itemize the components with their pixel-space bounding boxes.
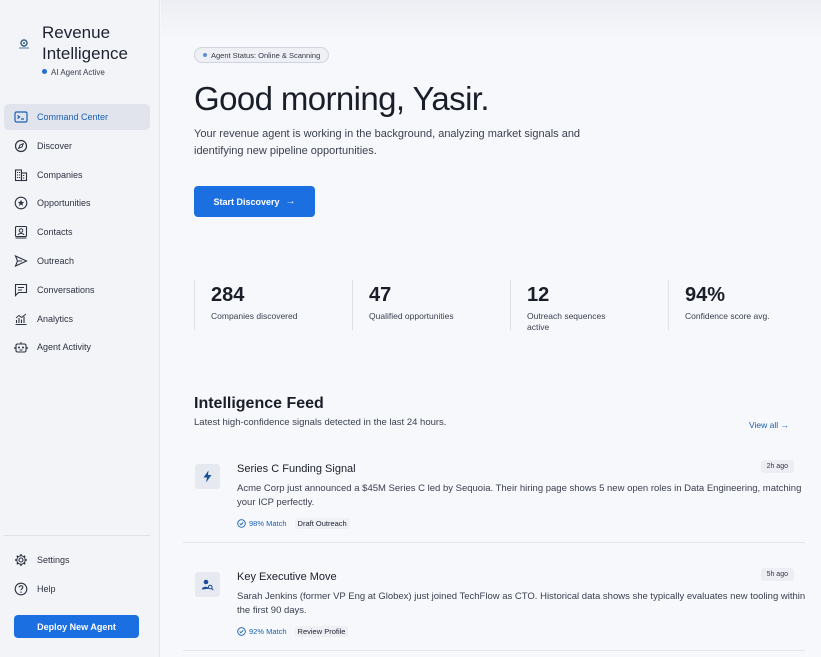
check-circle-icon [237,519,246,528]
sidebar-item-label: Opportunities [37,198,91,209]
stat-opportunities: 47 Qualified opportunities [352,280,469,330]
feed-card-funding[interactable]: Series C Funding Signal 2h ago Acme Corp… [183,455,805,543]
stat-label: Outreach sequences active [527,311,606,332]
sidebar-item-label: Outreach [37,255,75,266]
top-gradient [161,0,821,40]
chat-icon [14,283,28,297]
card-meta: 98% Match Draft Outreach [237,518,350,529]
start-discovery-label: Start Discovery [213,196,280,207]
intro-text: Your revenue agent is working in the bac… [194,128,581,157]
feed-subtitle: Latest high-confidence signals detected … [194,417,447,428]
sidebar-item-help[interactable]: Help [4,576,150,602]
match-badge: 98% Match [237,519,287,528]
card-title: Series C Funding Signal [237,463,356,475]
deploy-new-agent-button[interactable]: Deploy New Agent [14,615,139,638]
person-search-icon [195,572,220,597]
agent-active-status: AI Agent Active [42,68,105,77]
agent-active-label: AI Agent Active [51,68,105,77]
stat-label: Qualified opportunities [369,311,454,321]
sidebar-bottom-nav: Settings Help [4,547,150,605]
stat-value: 47 [369,284,392,306]
agent-status-text: Agent Status: Online & Scanning [211,50,321,60]
view-all-link[interactable]: View all → [749,420,789,430]
sidebar-item-label: Companies [37,169,83,180]
sidebar-item-label: Conversations [37,284,95,295]
stat-confidence: 94% Confidence score avg. [668,280,795,330]
sidebar-item-command-center[interactable]: Command Center [4,104,150,130]
brand-title: Revenue Intelligence [42,23,129,63]
sidebar-item-conversations[interactable]: Conversations [4,277,150,303]
status-dot-icon [42,69,47,74]
stat-value: 284 [211,284,245,306]
stat-companies: 284 Companies discovered [194,280,311,330]
card-body: Sarah Jenkins (former VP Eng at Globex) … [237,591,806,616]
sidebar-item-label: Discover [37,140,73,151]
sidebar-item-contacts[interactable]: Contacts [4,219,150,245]
arrow-right-icon: → [285,196,296,207]
sidebar-item-label: Help [37,583,56,594]
card-meta: 92% Match Review Profile [237,626,349,637]
sidebar-item-label: Agent Activity [37,342,92,353]
sidebar-item-label: Analytics [37,313,74,324]
card-timestamp: 2h ago [760,460,794,473]
status-dot-icon [203,53,207,57]
terminal-icon [14,110,28,124]
review-profile-button[interactable]: Review Profile [294,626,349,637]
compass-icon [14,139,28,153]
sidebar-item-companies[interactable]: Companies [4,162,150,188]
building-icon [14,168,28,182]
feed-title: Intelligence Feed [194,395,324,412]
sidebar-item-label: Contacts [37,227,73,238]
star-icon [14,196,28,210]
sidebar-item-agent-activity[interactable]: Agent Activity [4,334,150,360]
main-content: Agent Status: Online & Scanning Good mor… [161,0,821,657]
help-icon [14,582,28,596]
page-title: Good morning, Yasir. [194,80,490,117]
gear-icon [14,553,28,567]
draft-outreach-button[interactable]: Draft Outreach [294,518,350,529]
stat-label: Companies discovered [211,311,298,321]
send-icon [14,254,28,268]
card-title: Key Executive Move [237,571,337,583]
sidebar-item-label: Command Center [37,112,109,122]
brand-logo-icon [16,36,32,52]
agent-status-pill: Agent Status: Online & Scanning [194,47,330,63]
stat-outreach: 12 Outreach sequences active [510,280,622,332]
check-circle-icon [237,627,246,636]
sidebar: Revenue Intelligence AI Agent Active Com… [0,0,160,657]
sidebar-divider [4,535,150,536]
card-timestamp: 5h ago [760,568,794,581]
robot-icon [14,340,28,354]
sidebar-item-analytics[interactable]: Analytics [4,306,150,332]
stat-value: 94% [685,284,726,306]
match-label: 98% Match [249,519,287,528]
card-body: Acme Corp just announced a $45M Series C… [237,483,802,508]
sidebar-nav: Command Center Discover Companies Opport… [4,104,150,363]
start-discovery-button[interactable]: Start Discovery → [194,186,315,217]
sidebar-item-outreach[interactable]: Outreach [4,248,150,274]
contact-card-icon [14,225,28,239]
lightning-icon [195,464,220,489]
stat-label: Confidence score avg. [685,311,770,321]
stats-row: 284 Companies discovered 47 Qualified op… [194,280,821,332]
sidebar-item-discover[interactable]: Discover [4,133,150,159]
chart-icon [14,312,28,326]
match-badge: 92% Match [237,627,287,636]
stat-value: 12 [527,284,550,306]
feed-card-executive[interactable]: Key Executive Move 5h ago Sarah Jenkins … [183,563,805,651]
sidebar-item-opportunities[interactable]: Opportunities [4,190,150,216]
sidebar-item-label: Settings [37,555,70,565]
match-label: 92% Match [249,627,287,636]
sidebar-item-settings[interactable]: Settings [4,547,150,573]
